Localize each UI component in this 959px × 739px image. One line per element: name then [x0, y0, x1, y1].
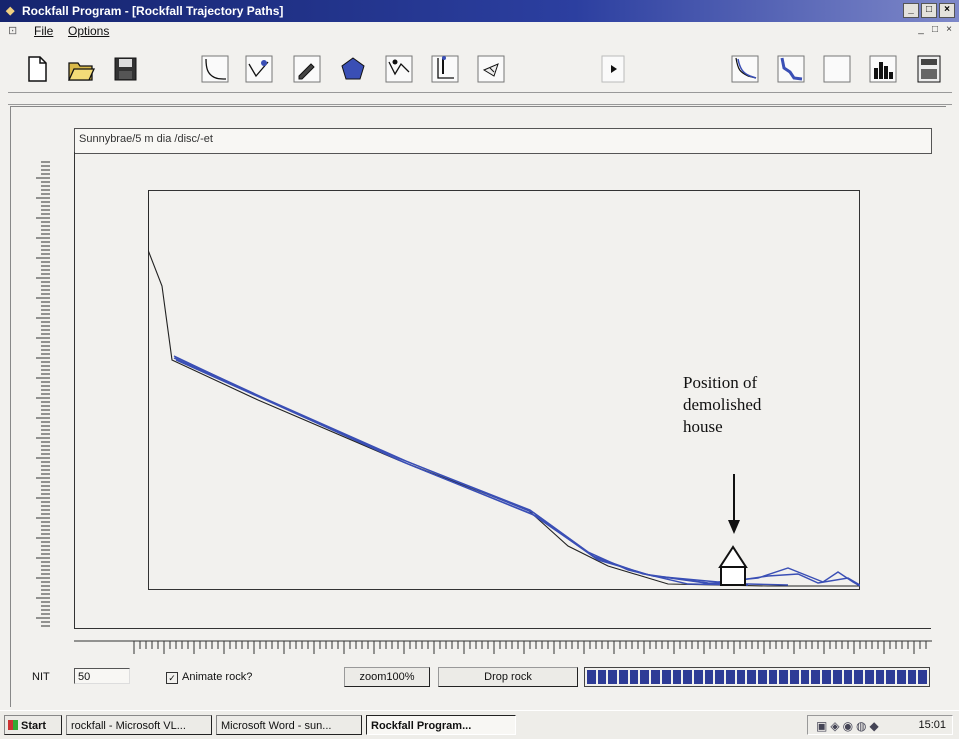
histogram-icon[interactable] — [866, 52, 900, 86]
document-label: Sunnybrae/5 m dia /disc/-et — [79, 133, 213, 145]
progress-segment — [672, 670, 682, 684]
document-label-bar: Sunnybrae/5 m dia /disc/-et — [74, 128, 932, 154]
progress-segment — [693, 670, 703, 684]
animate-label: Animate rock? — [182, 671, 253, 683]
barrier-icon[interactable] — [428, 52, 462, 86]
progress-bar — [584, 667, 930, 687]
annotation-line: demolished — [683, 395, 762, 414]
annotation-line: Position of — [683, 373, 758, 392]
progress-segment — [587, 670, 596, 684]
window-title: Rockfall Program - [Rockfall Trajectory … — [22, 4, 284, 18]
menu-options[interactable]: Options — [68, 22, 109, 40]
progress-segment — [811, 670, 821, 684]
play-icon[interactable] — [596, 52, 630, 86]
progress-segment — [918, 670, 927, 684]
save-disk-icon[interactable] — [108, 52, 142, 86]
taskbar: Start rockfall - Microsoft VL... Microso… — [0, 710, 959, 739]
progress-segment — [747, 670, 756, 684]
blank-panel-icon[interactable] — [820, 52, 854, 86]
tray-icons[interactable]: ▣◈◉◍◆ — [816, 719, 882, 733]
progress-segment — [864, 670, 874, 684]
progress-segment — [768, 670, 778, 684]
progress-segment — [832, 670, 842, 684]
new-file-icon[interactable] — [20, 52, 54, 86]
start-button[interactable]: Start — [4, 715, 62, 735]
house-annotation: Position of demolished house — [683, 372, 761, 438]
progress-segment — [640, 670, 650, 684]
open-folder-icon[interactable] — [64, 52, 98, 86]
trajectory-paths-icon[interactable] — [728, 52, 762, 86]
house-marker-icon — [718, 545, 748, 586]
toolbar-separator — [8, 92, 952, 93]
maximize-button[interactable]: □ — [921, 3, 937, 18]
progress-segment — [843, 670, 853, 684]
zoom-button[interactable]: zoom100% — [344, 667, 430, 687]
mdi-close-button[interactable]: × — [943, 24, 955, 36]
document-system-icon[interactable]: ⊡ — [8, 22, 17, 40]
animate-checkbox[interactable]: ✓ — [166, 672, 178, 684]
progress-segment — [704, 670, 714, 684]
app-icon: ◆ — [6, 5, 15, 17]
slope-edit-icon[interactable] — [242, 52, 276, 86]
progress-segment — [725, 670, 735, 684]
progress-segment — [886, 670, 895, 684]
rock-start-icon[interactable] — [382, 52, 416, 86]
nit-label: NIT — [32, 671, 50, 683]
system-tray: ▣◈◉◍◆ 15:01 — [807, 715, 953, 735]
progress-segment — [608, 670, 618, 684]
polygon-icon[interactable] — [336, 52, 370, 86]
start-label: Start — [21, 720, 47, 732]
progress-segment — [715, 670, 724, 684]
pencil-icon[interactable] — [290, 52, 324, 86]
progress-segment — [907, 670, 917, 684]
minimize-button[interactable]: _ — [903, 3, 919, 18]
progress-segment — [875, 670, 885, 684]
clock: 15:01 — [918, 719, 946, 731]
mdi-minimize-button[interactable]: _ — [915, 24, 927, 36]
title-bar: ◆ Rockfall Program - [Rockfall Trajector… — [0, 0, 959, 22]
progress-segment — [597, 670, 607, 684]
progress-segment — [800, 670, 810, 684]
mdi-restore-button[interactable]: □ — [929, 24, 941, 36]
progress-segment — [854, 670, 863, 684]
menu-file[interactable]: File — [34, 22, 53, 40]
trajectory-path — [173, 355, 749, 586]
close-button[interactable]: × — [939, 3, 955, 18]
progress-segment — [790, 670, 799, 684]
windows-logo-icon — [8, 720, 18, 730]
progress-segment — [661, 670, 671, 684]
progress-segment — [619, 670, 628, 684]
progress-segment — [758, 670, 767, 684]
horizontal-ruler — [74, 640, 932, 654]
menu-bar: ⊡ File Options _ □ × — [0, 22, 959, 40]
progress-segment — [896, 670, 906, 684]
progress-segment — [779, 670, 789, 684]
calculator-icon[interactable] — [912, 52, 946, 86]
task-rockfall-program[interactable]: Rockfall Program... — [366, 715, 516, 735]
progress-segment — [822, 670, 831, 684]
progress-segment — [651, 670, 660, 684]
trajectory-bounce-icon[interactable] — [774, 52, 808, 86]
task-rockfall-vl[interactable]: rockfall - Microsoft VL... — [66, 715, 212, 735]
progress-segment — [683, 670, 692, 684]
progress-segment — [736, 670, 746, 684]
toolbar — [0, 40, 959, 92]
drop-rock-button[interactable]: Drop rock — [438, 667, 578, 687]
flag-icon[interactable] — [474, 52, 508, 86]
progress-segment — [629, 670, 639, 684]
vertical-ruler — [36, 161, 50, 627]
nit-input[interactable]: 50 — [74, 668, 130, 684]
annotation-line: house — [683, 417, 723, 436]
down-arrow-icon — [728, 474, 740, 534]
toolbar-separator-lower — [8, 104, 952, 105]
task-word[interactable]: Microsoft Word - sun... — [216, 715, 362, 735]
control-bar: NIT 50 ✓ Animate rock? zoom100% Drop roc… — [0, 662, 959, 690]
slope-profile-icon[interactable] — [198, 52, 232, 86]
